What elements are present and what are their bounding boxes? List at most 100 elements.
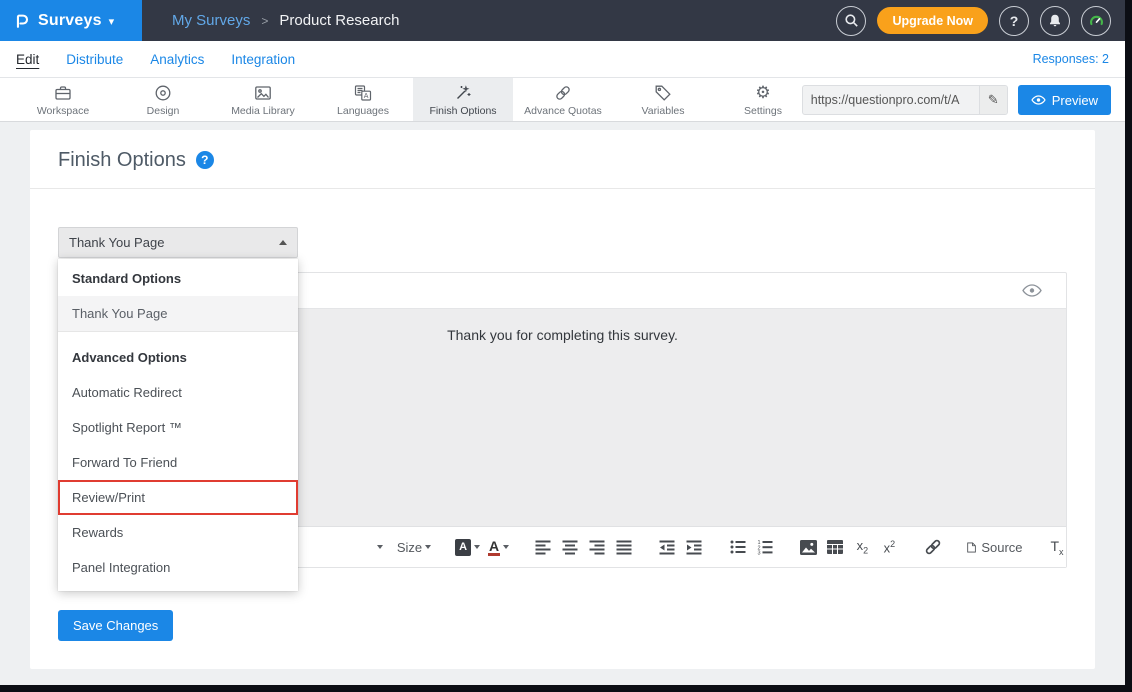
search-button[interactable] (836, 6, 866, 36)
bullet-list-button[interactable] (729, 535, 747, 559)
languages-icon: A (353, 83, 373, 103)
align-justify-button[interactable] (615, 535, 633, 559)
increase-indent-icon (686, 539, 702, 555)
survey-url-input[interactable] (803, 86, 979, 114)
text-color-button[interactable]: A (489, 535, 509, 559)
menu-group-header-standard: Standard Options (58, 259, 298, 296)
subscript-icon: x2 (857, 538, 869, 556)
decrease-indent-button[interactable] (658, 535, 676, 559)
search-icon (844, 13, 859, 28)
ribbon-item-languages[interactable]: A Languages (313, 78, 413, 121)
media-library-icon (253, 83, 273, 103)
insert-image-button[interactable] (799, 535, 817, 559)
table-icon (827, 540, 843, 554)
menu-item-rewards[interactable]: Rewards (58, 515, 298, 550)
settings-gear-icon: ⚙ (755, 83, 770, 103)
product-label: Surveys (38, 12, 102, 30)
advance-quotas-icon (553, 83, 573, 103)
source-document-icon (967, 540, 976, 555)
breadcrumb: My Surveys > Product Research (172, 12, 399, 29)
svg-text:3: 3 (757, 551, 760, 555)
preview-button[interactable]: Preview (1018, 85, 1111, 115)
responses-count[interactable]: Responses: 2 (1033, 52, 1109, 66)
menu-item-forward-to-friend[interactable]: Forward To Friend (58, 445, 298, 480)
finish-type-menu: Standard Options Thank You Page Advanced… (58, 259, 298, 591)
finish-type-select-wrap: Thank You Page Standard Options Thank Yo… (58, 227, 298, 258)
upgrade-button[interactable]: Upgrade Now (877, 7, 988, 34)
insert-link-button[interactable] (924, 535, 942, 559)
bullet-list-icon (730, 539, 746, 555)
tab-integration[interactable]: Integration (231, 52, 295, 67)
menu-item-spotlight-report[interactable]: Spotlight Report ™ (58, 410, 298, 445)
decrease-indent-icon (659, 539, 675, 555)
breadcrumb-my-surveys[interactable]: My Surveys (172, 12, 250, 29)
preview-eye-icon[interactable] (1022, 284, 1042, 297)
menu-divider (58, 331, 298, 332)
page-title: Finish Options (58, 148, 186, 172)
save-changes-button[interactable]: Save Changes (58, 610, 173, 641)
menu-item-thank-you-page[interactable]: Thank You Page (58, 296, 298, 331)
superscript-button[interactable]: x2 (880, 535, 898, 559)
survey-url-box: ✎ (802, 85, 1008, 115)
pencil-icon: ✎ (988, 92, 999, 108)
menu-item-panel-integration[interactable]: Panel Integration (58, 550, 298, 585)
numbered-list-icon: 123 (757, 539, 773, 555)
increase-indent-button[interactable] (685, 535, 703, 559)
bell-icon (1047, 13, 1063, 29)
tab-edit[interactable]: Edit (16, 52, 39, 67)
align-left-icon (535, 539, 551, 555)
tab-distribute[interactable]: Distribute (66, 52, 123, 67)
finish-type-selected-value: Thank You Page (69, 235, 164, 250)
breadcrumb-separator: > (261, 14, 268, 28)
ribbon-item-finish-options[interactable]: Finish Options (413, 78, 513, 121)
ribbon-item-design[interactable]: Design (113, 78, 213, 121)
chevron-down-icon (425, 545, 431, 549)
edit-url-button[interactable]: ✎ (979, 86, 1007, 114)
top-header: Surveys ▾ My Surveys > Product Research … (0, 0, 1125, 41)
ribbon-item-variables[interactable]: Variables (613, 78, 713, 121)
remove-format-icon: Tx (1050, 538, 1063, 557)
usage-meter-button[interactable] (1081, 6, 1111, 36)
eye-icon (1031, 95, 1046, 105)
format-dropdown-caret-icon[interactable] (371, 535, 389, 559)
align-left-button[interactable] (534, 535, 552, 559)
align-center-icon (562, 539, 578, 555)
tab-analytics[interactable]: Analytics (150, 52, 204, 67)
ribbon-item-advance-quotas[interactable]: Advance Quotas (513, 78, 613, 121)
section-tabs: Edit Distribute Analytics Integration Re… (0, 41, 1125, 78)
svg-text:A: A (364, 92, 369, 99)
insert-table-button[interactable] (826, 535, 844, 559)
help-icon[interactable]: ? (196, 151, 214, 169)
source-button[interactable]: Source (967, 535, 1022, 559)
menu-item-review-print[interactable]: Review/Print (58, 480, 298, 515)
background-color-button[interactable]: A (455, 535, 479, 559)
header-actions: Upgrade Now ? (836, 6, 1125, 36)
variables-tag-icon (653, 83, 673, 103)
ribbon-item-settings[interactable]: ⚙ Settings (713, 78, 813, 121)
image-icon (800, 540, 817, 555)
chevron-up-icon (279, 240, 287, 245)
question-icon: ? (1010, 13, 1019, 29)
menu-item-automatic-redirect[interactable]: Automatic Redirect (58, 375, 298, 410)
align-right-icon (589, 539, 605, 555)
help-button[interactable]: ? (999, 6, 1029, 36)
chevron-down-icon: ▾ (109, 15, 115, 28)
align-right-button[interactable] (588, 535, 606, 559)
app-window: Surveys ▾ My Surveys > Product Research … (0, 0, 1125, 685)
background-color-icon: A (455, 539, 470, 556)
numbered-list-button[interactable]: 123 (756, 535, 774, 559)
ribbon-item-media-library[interactable]: Media Library (213, 78, 313, 121)
link-icon (924, 538, 942, 556)
align-center-button[interactable] (561, 535, 579, 559)
subscript-button[interactable]: x2 (853, 535, 871, 559)
text-color-icon: A (488, 539, 500, 556)
gauge-icon (1088, 12, 1105, 29)
remove-format-button[interactable]: Tx (1048, 535, 1066, 559)
ribbon-item-workspace[interactable]: Workspace (13, 78, 113, 121)
font-size-dropdown[interactable]: Size (398, 535, 430, 559)
product-switcher[interactable]: Surveys ▾ (0, 0, 142, 41)
align-justify-icon (616, 539, 632, 555)
notifications-button[interactable] (1040, 6, 1070, 36)
finish-type-select[interactable]: Thank You Page (58, 227, 298, 258)
breadcrumb-current: Product Research (279, 12, 399, 29)
